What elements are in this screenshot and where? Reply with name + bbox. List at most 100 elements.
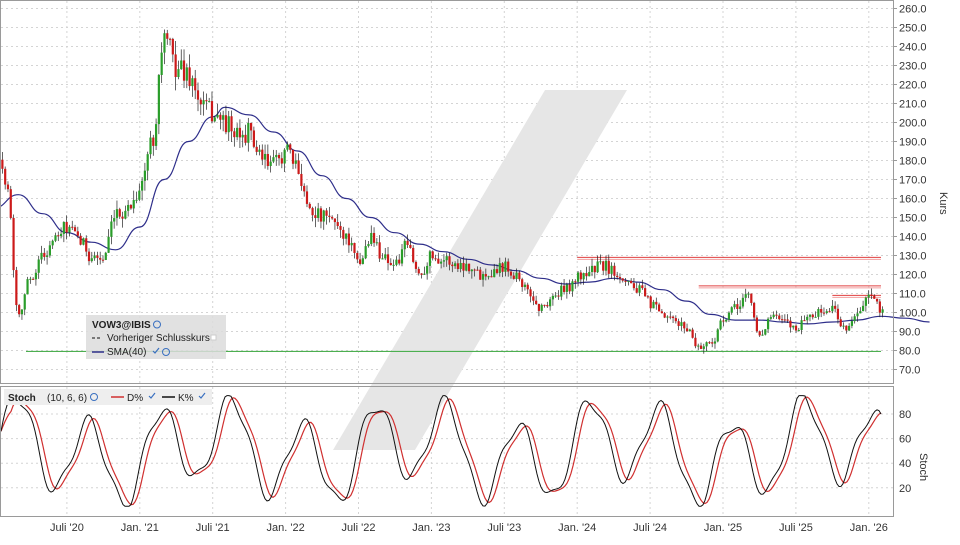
price-tick-label: 210.0: [899, 99, 927, 111]
candle-body: [163, 33, 166, 53]
prev-close-checkbox[interactable]: [210, 334, 217, 341]
candle-body: [445, 256, 448, 261]
candle-body: [590, 265, 594, 273]
candle-body: [632, 283, 636, 289]
candle-body: [6, 184, 10, 190]
candle-body: [90, 258, 93, 262]
time-tick-label: Juli '21: [196, 522, 230, 534]
time-tick-label: Juli '25: [779, 522, 813, 534]
candle-body: [599, 261, 602, 263]
candle-body: [219, 114, 222, 120]
candle-body: [697, 345, 700, 347]
candle-body: [641, 285, 644, 289]
candle-body: [685, 328, 689, 332]
candle-body: [331, 216, 334, 219]
price-tick-label: 240.0: [899, 42, 927, 54]
candle-body: [266, 153, 269, 167]
candle-body: [551, 295, 554, 300]
candle-body: [34, 272, 38, 280]
legend-sma-label: SMA(40): [107, 347, 146, 358]
price-tick-label: 140.0: [899, 232, 927, 244]
candle-body: [171, 38, 174, 55]
candle-body: [711, 342, 714, 344]
candle-body: [627, 280, 630, 282]
price-tick-label: 150.0: [899, 213, 927, 225]
candle-body: [135, 199, 138, 201]
candle-body: [490, 276, 493, 278]
candle-body: [808, 314, 812, 317]
candle-body: [322, 210, 325, 222]
price-tick-label: 160.0: [899, 194, 927, 206]
candle-body: [208, 101, 211, 103]
candle-body: [43, 252, 46, 257]
price-legend: VOW3@IBIS Vorheriger Schlusskurs SMA(40): [86, 315, 226, 359]
candle-body: [621, 278, 624, 281]
candle-body: [311, 208, 314, 216]
time-tick-label: Juli '23: [487, 522, 521, 534]
candle-body: [233, 131, 236, 138]
candle-body: [247, 122, 250, 143]
candle-body: [272, 157, 275, 162]
candle-body: [353, 242, 356, 253]
candle-body: [554, 295, 557, 297]
stoch-legend: Stoch (10, 6, 6) D% K%: [4, 389, 212, 405]
candle-body: [409, 244, 412, 248]
price-tick-label: 220.0: [899, 80, 927, 92]
candle-body: [372, 232, 376, 243]
candle-body: [118, 209, 121, 217]
candle-body: [143, 170, 147, 181]
candle-body: [350, 242, 353, 246]
candle-body: [864, 297, 867, 306]
candle-body: [124, 210, 127, 219]
candle-body: [224, 115, 228, 133]
candle-body: [347, 233, 351, 246]
candle-body: [174, 54, 177, 78]
candle-body: [258, 149, 261, 152]
candle-body: [428, 251, 432, 266]
candle-body: [691, 329, 694, 338]
candle-body: [476, 269, 479, 271]
candle-body: [18, 305, 21, 315]
candle-body: [562, 285, 566, 292]
candle-body: [479, 269, 482, 280]
candle-body: [15, 270, 18, 306]
candle-body: [188, 67, 191, 87]
candle-body: [417, 268, 420, 274]
candle-body: [870, 294, 873, 296]
candle-body: [465, 263, 468, 271]
candle-body: [828, 311, 831, 313]
candle-body: [319, 208, 323, 222]
candle-body: [825, 311, 828, 314]
candle-body: [730, 307, 733, 313]
candle-body: [470, 269, 473, 272]
candle-body: [333, 218, 337, 223]
candle-body: [750, 293, 753, 303]
candle-body: [149, 137, 152, 155]
candle-body: [121, 216, 124, 219]
candle-body: [792, 325, 795, 328]
candle-body: [848, 325, 851, 331]
candle-body: [448, 256, 451, 265]
candle-body: [59, 233, 63, 237]
candle-body: [582, 273, 585, 280]
candle-body: [12, 217, 15, 271]
candle-body: [546, 305, 549, 307]
candle-body: [82, 238, 85, 245]
candle-body: [129, 204, 133, 209]
candle-body: [342, 229, 345, 239]
candle-body: [831, 305, 834, 312]
candle-body: [406, 240, 409, 245]
candle-body: [453, 263, 457, 267]
candle-body: [593, 265, 596, 273]
price-axis-label: Kurs: [937, 192, 949, 215]
candle-body: [660, 311, 663, 314]
candle-body: [744, 294, 747, 298]
candle-body: [820, 309, 823, 313]
candle-body: [669, 316, 672, 318]
candle-body: [529, 289, 532, 297]
price-tick-label: 100.0: [899, 308, 927, 320]
candle-body: [836, 308, 840, 320]
time-tick-label: Jan. '26: [850, 522, 888, 534]
candle-body: [610, 265, 613, 274]
candle-body: [300, 173, 303, 186]
